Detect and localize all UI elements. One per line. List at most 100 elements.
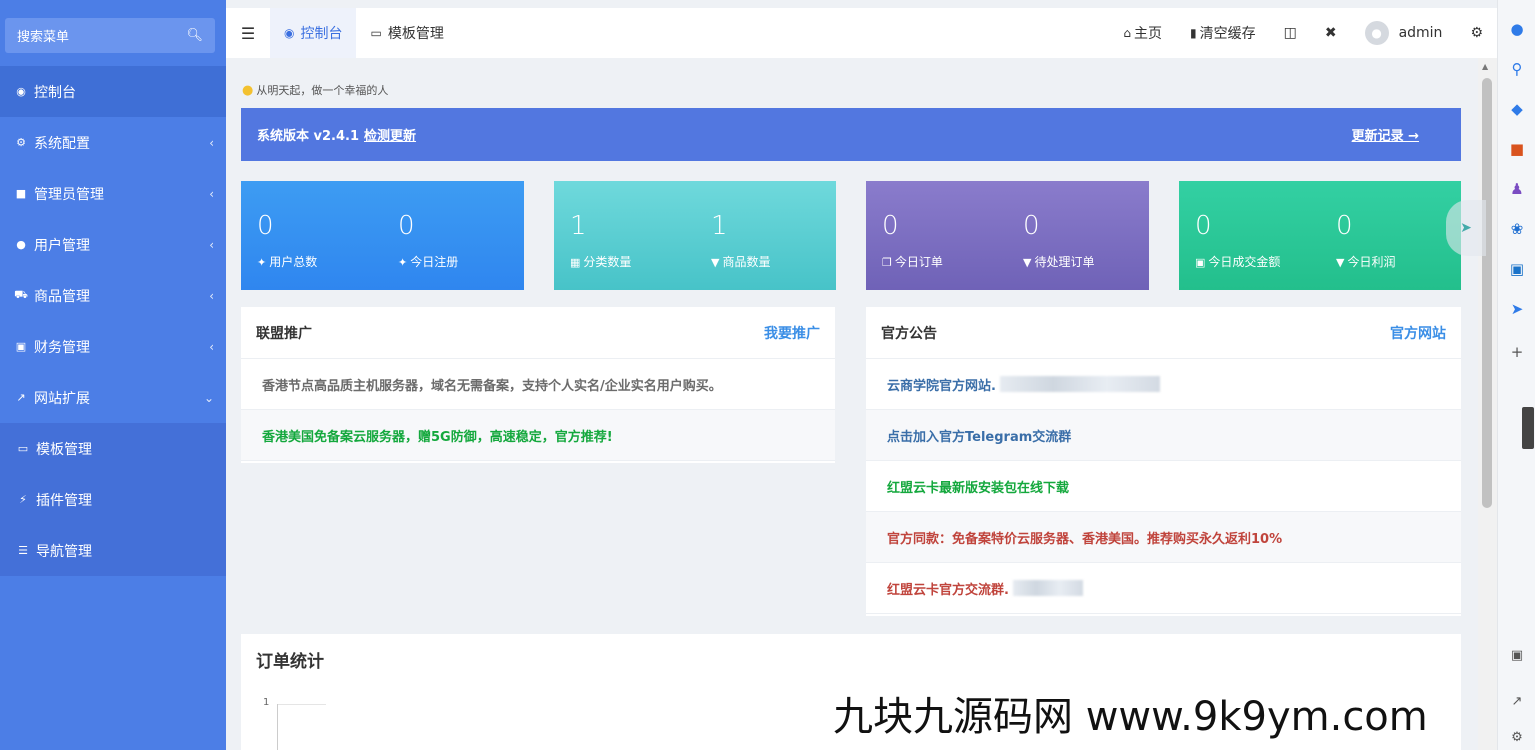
version-banner: 系统版本 v2.4.1 检测更新 更新记录 → [241,108,1461,161]
tag-icon[interactable]: ◆ [1498,100,1535,118]
chevron-left-icon: ‹ [209,186,214,201]
cogs-icon: ⚙ [16,136,26,149]
panel-title: 订单统计 [256,652,324,672]
sidebar-item-nav-manage[interactable]: ☰ 导航管理 [0,525,226,576]
settings-icon[interactable]: ⚙ [1498,730,1535,745]
book-icon: ▣ [15,340,27,353]
stat-category-count-value: 1 [570,211,587,241]
toolbox-icon[interactable]: ■ [1498,140,1535,158]
stat-card-users: 0 ✦ 用户总数 0 ✦ 今日注册 [241,181,524,290]
stat-goods-count-label: ▼ 商品数量 [711,255,771,269]
monitor-icon: ▭ [17,442,29,455]
list-item[interactable]: 香港美国免备案云服务器，赠5G防御，高速稳定，官方推荐! [241,410,835,461]
menu-toggle-icon[interactable]: ☰ [226,24,270,43]
y-axis [277,704,278,750]
list-item[interactable]: 点击加入官方Telegram交流群 [866,410,1461,461]
games-icon[interactable]: ♟ [1498,180,1535,198]
chevron-left-icon: ‹ [209,339,214,354]
tab-template-manage[interactable]: ▭ 模板管理 [356,8,457,58]
sidebar-item-admin-manage[interactable]: ■ 管理员管理 ‹ [0,168,226,219]
user-name: admin [1398,25,1443,41]
stat-today-profit-value: 0 [1336,211,1353,241]
search-icon[interactable]: ⚲ [1498,60,1535,78]
stat-goods-count-value: 1 [711,211,728,241]
stat-pending-orders-label: ▼ 待处理订单 [1023,255,1095,269]
sliders-icon: ☰ [18,544,28,557]
external-link-icon[interactable]: ↗ [1498,694,1535,709]
tab-dashboard[interactable]: ◉ 控制台 [270,8,357,58]
changelog-link[interactable]: 更新记录 → [1352,125,1419,144]
list-item[interactable]: 官方同款：免备案特价云服务器、香港美国。推荐购买永久返利10% [866,512,1461,563]
copy-icon: ❐ [882,256,892,269]
alliance-panel: 联盟推广 我要推广 香港节点高品质主机服务器，域名无需备案，支持个人实名/企业实… [241,307,835,463]
sidebar: 搜索菜单 🔍︎ ◉ 控制台 ⚙ 系统配置 ‹ ■ 管理员管理 ‹ ● 用户管理 … [0,0,226,750]
tab-label: 模板管理 [387,26,444,42]
list-item[interactable]: 云商学院官方网站. [866,359,1461,410]
sidebar-item-label: 网站扩展 [34,390,90,407]
main-content: ● 从明天起，做一个幸福的人 系统版本 v2.4.1 检测更新 更新记录 → 0… [226,58,1478,750]
external-link-icon: ↗ [16,391,26,404]
monitor-icon: ▭ [370,26,382,40]
check-update-link[interactable]: 检测更新 [364,125,416,144]
browser-side-panel: ● ⚲ ◆ ■ ♟ ❀ ▣ ➤ + ▣ ↗ ⚙ [1497,0,1535,750]
search-menu-input[interactable]: 搜索菜单 🔍︎ [5,18,215,53]
list-item[interactable]: 红盟云卡官方交流群. [866,563,1461,614]
scroll-up-icon[interactable]: ▲ [1482,62,1488,71]
send-icon[interactable]: ➤ [1498,300,1535,318]
outlook-icon[interactable]: ▣ [1498,260,1535,278]
clear-cache-label: 清空缓存 [1199,26,1256,42]
sidebar-menu: ◉ 控制台 ⚙ 系统配置 ‹ ■ 管理员管理 ‹ ● 用户管理 ‹ ⛟ 商品管理… [0,66,226,576]
bell-icon[interactable]: ● [1498,20,1535,38]
main-scrollbar[interactable]: ▲ [1478,58,1497,750]
stat-total-users-value: 0 [257,211,274,241]
add-icon[interactable]: + [1498,343,1535,361]
send-icon[interactable]: ➤ [1446,200,1486,256]
official-site-link[interactable]: 官方网站 [1390,323,1446,343]
sidebar-item-dashboard[interactable]: ◉ 控制台 [0,66,226,117]
sidebar-item-plugin-manage[interactable]: ⚡ 插件管理 [0,474,226,525]
list-item[interactable]: 香港节点高品质主机服务器，域名无需备案，支持个人实名/企业实名用户购买。 [241,359,835,410]
sidebar-item-user-manage[interactable]: ● 用户管理 ‹ [0,219,226,270]
sidebar-item-label: 控制台 [34,84,76,101]
list-item[interactable]: 红盟云卡最新版安装包在线下载 [866,461,1461,512]
user-menu[interactable]: ● admin [1351,21,1457,45]
home-label: 主页 [1133,26,1162,42]
magic-icon: ✦ [398,256,408,269]
image-icon: ▣ [1195,256,1206,269]
notice-panel: 官方公告 官方网站 云商学院官方网站. 点击加入官方Telegram交流群 红盟… [866,307,1461,616]
translate-icon[interactable]: ◫ [1270,25,1311,41]
settings-icon[interactable]: ⚙ [1456,25,1497,41]
version-text: 系统版本 v2.4.1 [257,129,360,144]
panel-title: 联盟推广 [256,325,312,342]
sidebar-item-template-manage[interactable]: ▭ 模板管理 [0,423,226,474]
stat-today-amount-label: ▣ 今日成交金额 [1195,255,1281,269]
home-link[interactable]: ⌂ 主页 [1109,23,1176,43]
filter-icon: ▼ [1336,256,1345,269]
search-icon[interactable]: 🔍︎ [186,28,203,43]
drag-handle[interactable] [1522,407,1534,449]
sidebar-item-label: 商品管理 [34,288,90,305]
sidebar-item-label: 财务管理 [34,339,90,356]
sidebar-item-goods-manage[interactable]: ⛟ 商品管理 ‹ [0,270,226,321]
scrollbar-thumb[interactable] [1482,78,1492,508]
clear-cache-button[interactable]: ▮ 清空缓存 [1176,23,1270,43]
promote-link[interactable]: 我要推广 [764,323,820,343]
sidebar-item-finance-manage[interactable]: ▣ 财务管理 ‹ [0,321,226,372]
sidebar-item-system-config[interactable]: ⚙ 系统配置 ‹ [0,117,226,168]
stat-category-count-label: ▦ 分类数量 [570,255,632,269]
screenshot-icon[interactable]: ▣ [1498,648,1535,663]
stat-card-revenue: 0 ▣ 今日成交金额 0 ▼ 今日利润 [1179,181,1461,290]
panel-title: 官方公告 [881,325,937,342]
chevron-left-icon: ‹ [209,288,214,303]
plug-icon: ⚡ [19,493,27,506]
stat-card-orders: 0 ❐ 今日订单 0 ▼ 待处理订单 [866,181,1149,290]
stat-today-orders-label: ❐ 今日订单 [882,255,943,269]
copilot-icon[interactable]: ❀ [1498,220,1535,238]
fullscreen-icon[interactable]: ✖ [1311,25,1351,41]
site-extension-submenu: ▭ 模板管理 ⚡ 插件管理 ☰ 导航管理 [0,423,226,576]
tab-label: 控制台 [300,26,343,42]
sidebar-item-site-extension[interactable]: ↗ 网站扩展 ⌄ [0,372,226,423]
sidebar-item-label: 系统配置 [34,135,90,152]
chevron-down-icon: ⌄ [203,390,214,405]
chevron-left-icon: ‹ [209,237,214,252]
